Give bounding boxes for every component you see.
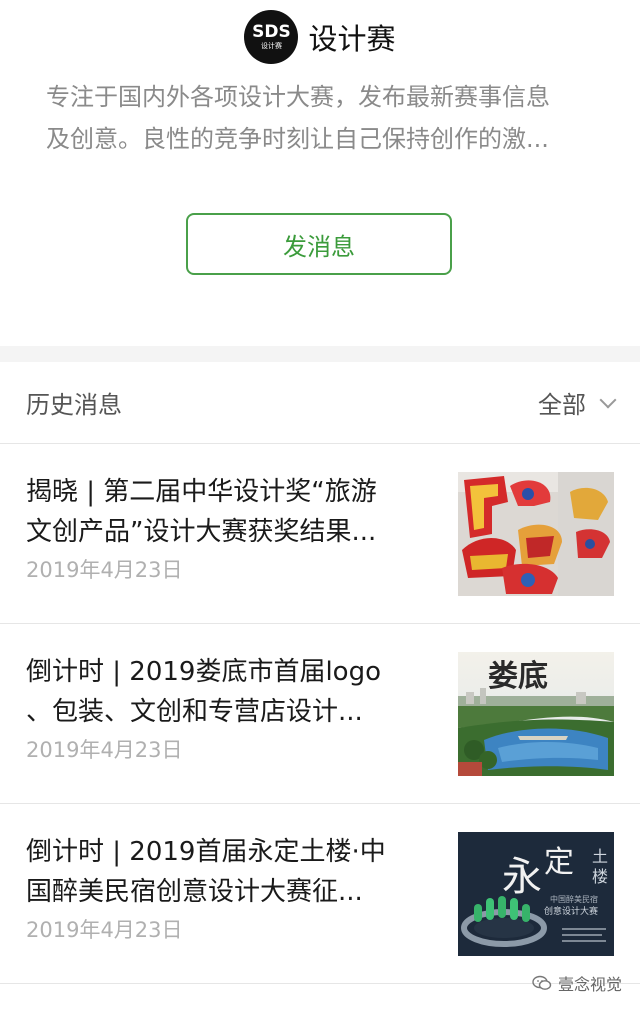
description-line-2: 及创意。良性的竞争时刻让自己保持创作的激... — [46, 125, 549, 153]
article-title-line-1: 揭晓 | 第二届中华设计奖“旅游 — [26, 477, 377, 507]
account-title-row: SDS 设计赛 设计赛 — [0, 10, 640, 64]
account-header: SDS 设计赛 设计赛 专注于国内外各项设计大赛，发布最新赛事信息 及创意。良性… — [0, 0, 640, 346]
history-header: 历史消息 全部 — [0, 362, 640, 444]
article-date: 2019年4月23日 — [26, 738, 183, 762]
thumbnail-subtitle-2: 创意设计大赛 — [544, 905, 598, 917]
article-title: 倒计时 | 2019娄底市首届logo 、包装、文创和专营店设计... — [26, 652, 426, 732]
logo-subtext: 设计赛 — [260, 42, 282, 50]
article-title-line-1: 倒计时 | 2019娄底市首届logo — [26, 657, 381, 687]
thumbnail-title-char-a: 永 — [502, 854, 542, 900]
filter-label: 全部 — [538, 391, 586, 419]
thumbnail-title-char-b: 定 — [544, 845, 574, 880]
section-divider — [0, 346, 640, 362]
article-date: 2019年4月23日 — [26, 918, 183, 942]
history-title: 历史消息 — [26, 391, 122, 419]
thumbnail-title-char-c: 土 — [592, 847, 608, 866]
account-description: 专注于国内外各项设计大赛，发布最新赛事信息 及创意。良性的竞争时刻让自己保持创作… — [46, 76, 598, 160]
account-logo: SDS 设计赛 — [244, 10, 299, 64]
article-thumbnail: 娄底 — [458, 652, 614, 776]
article-title-line-2: 文创产品”设计大赛获奖结果... — [26, 517, 377, 547]
article-thumbnail — [458, 472, 614, 596]
thumbnail-subtitle-1: 中国醉美民宿 — [550, 894, 598, 904]
chevron-down-icon — [599, 391, 617, 408]
article-thumbnail: 永 定 土 楼 中国醉美民宿 创意设计大赛 — [458, 832, 614, 956]
article-date: 2019年4月23日 — [26, 558, 183, 582]
logo-mark: SDS — [252, 22, 291, 42]
thumbnail-calligraphy: 娄底 — [488, 659, 548, 694]
article-title-line-2: 、包装、文创和专营店设计... — [26, 697, 363, 727]
article-title: 揭晓 | 第二届中华设计奖“旅游 文创产品”设计大赛获奖结果... — [26, 472, 426, 552]
article-item[interactable]: 揭晓 | 第二届中华设计奖“旅游 文创产品”设计大赛获奖结果... 2019年4… — [0, 444, 640, 624]
send-message-button[interactable]: 发消息 — [186, 213, 452, 275]
thumbnail-title-char-d: 楼 — [592, 867, 608, 886]
watermark: 壹念视觉 — [532, 971, 622, 995]
article-title-line-2: 国醉美民宿创意设计大赛征... — [26, 877, 363, 907]
article-title-line-1: 倒计时 | 2019首届永定土楼·中 — [26, 837, 386, 867]
account-name: 设计赛 — [308, 22, 396, 56]
article-item[interactable]: 倒计时 | 2019娄底市首届logo 、包装、文创和专营店设计... 2019… — [0, 624, 640, 804]
watermark-text: 壹念视觉 — [557, 975, 622, 994]
history-filter-dropdown[interactable]: 全部 — [538, 385, 617, 420]
wechat-icon — [532, 975, 552, 990]
article-item[interactable]: 倒计时 | 2019首届永定土楼·中 国醉美民宿创意设计大赛征... 2019年… — [0, 804, 640, 984]
article-title: 倒计时 | 2019首届永定土楼·中 国醉美民宿创意设计大赛征... — [26, 832, 426, 912]
description-line-1: 专注于国内外各项设计大赛，发布最新赛事信息 — [46, 83, 550, 111]
